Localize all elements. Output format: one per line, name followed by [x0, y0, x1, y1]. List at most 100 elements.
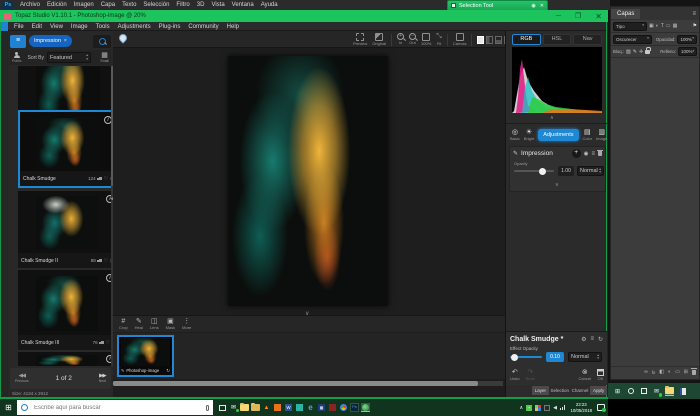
clock[interactable]: 23:23 10/05/2018	[570, 402, 592, 413]
blend-mode-dropdown[interactable]: Normal ▴▾	[577, 166, 604, 176]
refresh-icon[interactable]: ↻	[166, 368, 170, 374]
tmenu-plugins[interactable]: Plug-ins	[159, 24, 181, 30]
filter-type-text-icon[interactable]: T	[661, 23, 664, 29]
preview-button[interactable]: Preview	[353, 33, 367, 46]
opacity-slider[interactable]	[514, 170, 554, 172]
search-clear-icon[interactable]: ×	[64, 38, 67, 44]
sort-dropdown[interactable]: Featured ▴▾	[47, 52, 91, 63]
filter-pin-icon[interactable]: ⚑	[693, 23, 697, 29]
panel-options-icon[interactable]: ≡	[692, 11, 696, 17]
search-button[interactable]	[93, 35, 111, 48]
notification-center-icon[interactable]	[597, 404, 605, 411]
red-app-icon[interactable]	[328, 403, 337, 412]
thumbs-up-icon[interactable]	[99, 259, 102, 262]
teal-app-icon[interactable]	[295, 403, 304, 412]
word-icon[interactable]: W	[284, 403, 293, 412]
photos-app-icon[interactable]	[273, 403, 282, 412]
basic-button[interactable]: ◎ Basic	[510, 129, 520, 141]
zoom-fit-button[interactable]: ⤡ Fit	[436, 33, 442, 46]
menu-imagen[interactable]: Imagen	[74, 2, 94, 8]
effect-opacity-value[interactable]: 0.10	[546, 352, 564, 362]
documents-folder-icon[interactable]	[251, 403, 260, 412]
fill-select[interactable]: 100% ▾	[678, 47, 697, 56]
new-adjustment-icon[interactable]: ◐	[668, 369, 671, 375]
preset-card[interactable]: i Chalk Smudge III 76 ♡ ≡	[18, 270, 118, 350]
tmenu-help[interactable]: Help	[227, 24, 239, 30]
tmenu-edit[interactable]: Edit	[32, 24, 42, 30]
search-input[interactable]	[32, 404, 202, 412]
filter-adjustment-icon[interactable]: ◐	[656, 23, 659, 29]
filmstrip-scrollbar-thumb[interactable]	[113, 381, 478, 386]
filmstrip-scrollbar[interactable]	[113, 381, 503, 386]
lock-transparency-icon[interactable]: ▨	[626, 49, 631, 55]
adjustments-button[interactable]: Adjustments	[538, 129, 578, 141]
topaz-titlebar[interactable]: Topaz Studio V1.10.1 - Photoshop-image @…	[0, 10, 608, 22]
menu-filtro[interactable]: Filtro	[176, 2, 189, 8]
tmenu-file[interactable]: File	[14, 24, 24, 30]
layer-opacity-select[interactable]: 100% ▾	[677, 35, 697, 44]
add-icon[interactable]: +	[572, 149, 581, 158]
crop-button[interactable]: # Crop	[119, 318, 128, 330]
lens-button[interactable]: ◫ Lens	[150, 318, 159, 330]
menu-seleccion[interactable]: Selección	[143, 2, 169, 8]
original-button[interactable]: Original	[372, 33, 386, 46]
task-view-icon[interactable]	[639, 387, 648, 396]
vlc-icon[interactable]: ▲	[262, 403, 271, 412]
redo-button[interactable]: ↷ Redo	[526, 369, 536, 381]
layer-button[interactable]: Layer	[532, 386, 549, 395]
lock-pixels-icon[interactable]: ✎	[633, 49, 637, 55]
taskbar-search[interactable]	[17, 400, 213, 415]
menu-texto[interactable]: Texto	[122, 2, 136, 8]
split-view-button[interactable]	[486, 36, 493, 44]
channel-button[interactable]: Channel	[571, 386, 589, 395]
microphone-icon[interactable]	[206, 405, 209, 411]
new-group-icon[interactable]: ▭	[675, 369, 680, 375]
bright-button[interactable]: ☀ Bright	[524, 129, 534, 141]
start-button[interactable]: ⊞	[4, 403, 13, 412]
tray-green-icon[interactable]: +	[526, 405, 532, 411]
layer-styles-icon[interactable]: fx	[652, 370, 656, 375]
edit-pencil-icon[interactable]: ✎	[121, 368, 124, 373]
split-h-view-button[interactable]	[495, 36, 502, 44]
favorite-icon[interactable]: ♡	[104, 176, 108, 182]
reset-icon[interactable]: ↻	[598, 336, 603, 343]
panel-menu-icon[interactable]: ≡	[591, 151, 595, 157]
pin-icon[interactable]: ◉	[531, 3, 535, 9]
effect-menu-icon[interactable]: ≡	[590, 336, 594, 342]
thumbs-up-icon[interactable]	[99, 177, 102, 180]
droplet-icon[interactable]	[117, 32, 128, 43]
apply-button[interactable]: Apply	[590, 386, 607, 395]
mask-button[interactable]: ▣ Mask	[166, 318, 176, 330]
topaz-maximize-button[interactable]: ❐	[575, 12, 581, 20]
zoom-100-button[interactable]: 100%	[421, 33, 431, 46]
zoom-in-button[interactable]: + In	[397, 33, 404, 45]
collapse-adjustment-icon[interactable]: ∨	[555, 182, 559, 188]
prev-page-button[interactable]: ◀◀ Previous	[15, 373, 29, 384]
tmenu-adjustments[interactable]: Adjustments	[118, 24, 151, 30]
zoom-out-button[interactable]: − Out	[409, 33, 416, 45]
topaz-studio-app-icon[interactable]	[361, 403, 370, 412]
cortana-icon[interactable]	[626, 387, 635, 396]
link-layers-icon[interactable]: ∞	[644, 369, 648, 375]
filter-pixel-icon[interactable]: ▣	[649, 23, 654, 29]
menu-edicion[interactable]: Edición	[47, 2, 67, 8]
preset-card[interactable]: i Chalk Smudge II 88 ♡ ▦	[18, 191, 118, 268]
preset-card-selected[interactable]: i Chalk Smudge 124 ♡ ≡	[18, 110, 118, 188]
chrome-icon[interactable]	[339, 403, 348, 412]
topaz-close-button[interactable]: ✕	[595, 12, 602, 21]
favorite-icon[interactable]: ♡	[104, 258, 108, 264]
single-view-button[interactable]	[477, 36, 484, 44]
new-layer-icon[interactable]: ⊞	[684, 369, 688, 375]
undo-button[interactable]: ↶ Undo	[510, 369, 520, 381]
preset-card-partial[interactable]: i	[18, 352, 118, 366]
more-button[interactable]: ⋮ More	[182, 318, 191, 330]
filter-type-dropdown[interactable]: Tipo ▾	[613, 22, 647, 31]
hidden-icons-arrow[interactable]: ∧	[519, 405, 523, 411]
tray-color-icon[interactable]	[535, 405, 541, 411]
view-size-toggle[interactable]: ▦ Small	[100, 52, 109, 64]
tmenu-view[interactable]: View	[50, 24, 63, 30]
network-icon[interactable]	[560, 405, 566, 410]
photoshop-app-icon[interactable]: Ps	[350, 403, 359, 412]
store-app-icon[interactable]: ▦	[317, 403, 326, 412]
favorite-icon[interactable]: ♡	[106, 340, 110, 346]
